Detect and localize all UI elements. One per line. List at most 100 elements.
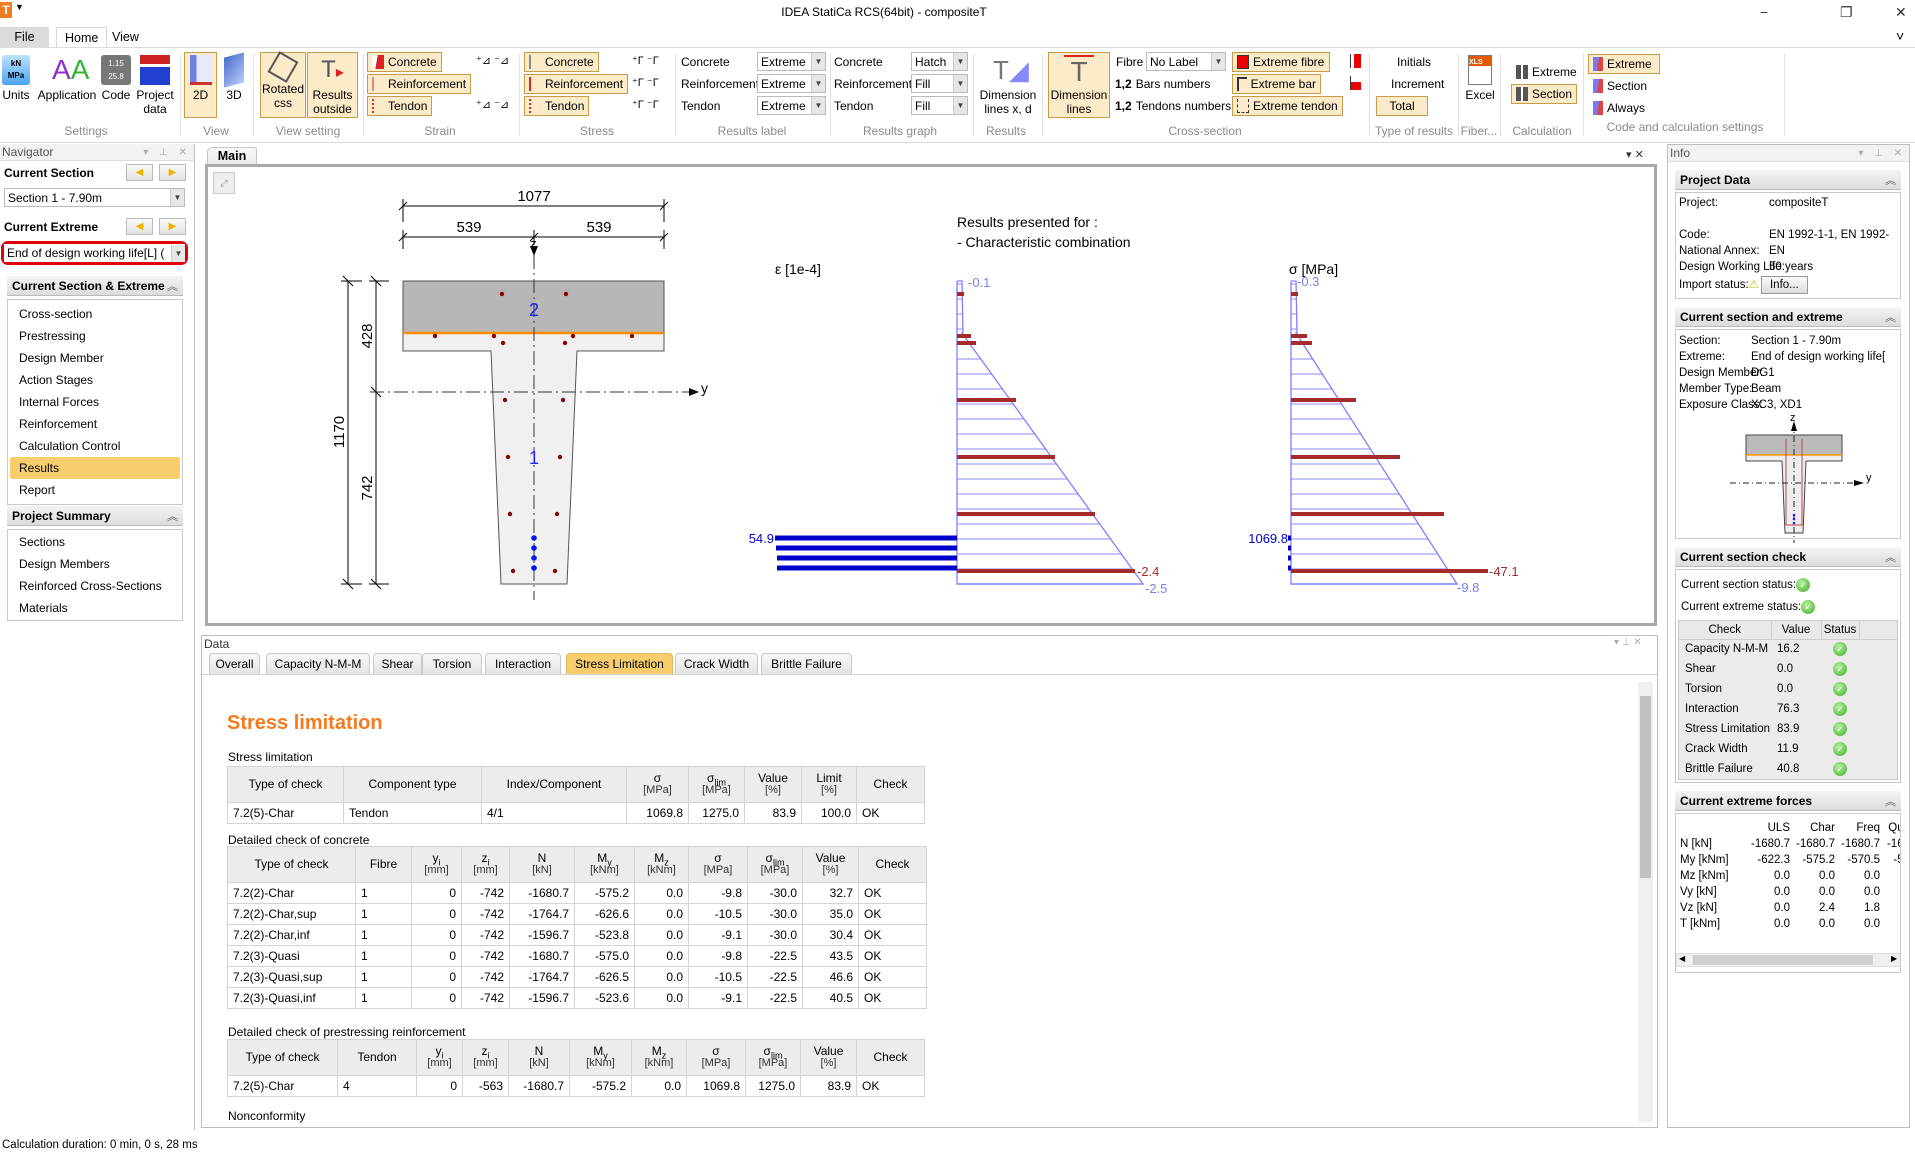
results-graph-tendon-select[interactable]: Fill ▼ [911, 96, 968, 115]
rebar-dot[interactable] [562, 340, 568, 346]
rebar-dot[interactable] [499, 291, 505, 297]
tendon-dot[interactable] [531, 535, 537, 541]
initials-option[interactable]: Initials [1397, 55, 1431, 69]
code-extreme-button[interactable]: Extreme [1588, 54, 1660, 74]
tab-shear[interactable]: Shear [373, 653, 422, 674]
code-button[interactable]: 1.15 25.8 Code [100, 52, 132, 118]
results-label-tendon-select[interactable]: Extreme ▼ [757, 96, 826, 115]
restore-button[interactable]: ❐ [1840, 4, 1853, 21]
nav-item-cross-section[interactable]: Cross-section [10, 303, 180, 325]
strain-reinforcement-button[interactable]: Reinforcement [367, 74, 472, 94]
current-extreme-select[interactable]: End of design working life[L] (▼ [4, 244, 185, 262]
nav-item-calculation-control[interactable]: Calculation Control [10, 435, 180, 457]
nav-item-design-member[interactable]: Design Member [10, 347, 180, 369]
scrollbar-thumb[interactable] [1640, 696, 1651, 878]
strain-concrete-button[interactable]: Concrete [367, 52, 442, 72]
check-row[interactable]: Torsion 0.0 ✓ [1679, 679, 1897, 699]
group-header[interactable]: Current Section & Extreme ︽ [7, 276, 183, 296]
rebar-dot[interactable] [560, 397, 566, 403]
current-section-select[interactable]: Section 1 - 7.90m ▼ [4, 188, 185, 207]
tab-capacity-n-m-m[interactable]: Capacity N-M-M [266, 653, 370, 674]
next-section-button[interactable]: ▶ [159, 164, 186, 181]
nav-item-prestressing[interactable]: Prestressing [10, 325, 180, 347]
nav-item-materials[interactable]: Materials [10, 597, 180, 619]
rotated-css-button[interactable]: Rotated css [260, 51, 306, 118]
results-label-reinforcement-select[interactable]: Extreme ▼ [757, 74, 826, 93]
bars-numbers-toggle[interactable]: 1,2 Bars numbers [1110, 74, 1215, 94]
calculate-section-button[interactable]: Section [1511, 84, 1577, 104]
tab-interaction[interactable]: Interaction [485, 653, 561, 674]
rebar-dot[interactable] [491, 333, 497, 339]
minimize-button[interactable]: − [1760, 4, 1768, 20]
tab-overall[interactable]: Overall [209, 653, 260, 674]
view-2d-button[interactable]: 2D [184, 52, 217, 118]
stress-tendon-button[interactable]: Tendon [524, 96, 590, 116]
tab-main[interactable]: Main [207, 147, 257, 165]
strain-tendon-button[interactable]: Tendon [367, 96, 433, 116]
scroll-left-icon[interactable]: ◀ [1679, 954, 1685, 963]
units-button[interactable]: kN MPa Units [0, 52, 32, 118]
document-controls-icon[interactable]: ▾ ✕ [1626, 148, 1644, 161]
stress-sign-icons-3[interactable]: ⁺Γ ⁻Γ [632, 98, 659, 111]
rebar-dot[interactable] [500, 340, 506, 346]
rebar-dot[interactable] [510, 568, 516, 574]
next-extreme-button[interactable]: ▶ [159, 218, 186, 235]
tab-home[interactable]: Home [56, 27, 108, 48]
nav-item-design-members[interactable]: Design Members [10, 553, 180, 575]
view-3d-button[interactable]: 3D [220, 52, 248, 118]
rebar-dot[interactable] [554, 511, 560, 517]
stress-sign-icons-2[interactable]: ⁺Γ ⁻Γ [632, 76, 659, 89]
panel-controls-icon[interactable]: ▾ ⊥ ✕ [143, 147, 194, 158]
code-section-button[interactable]: Section [1588, 76, 1652, 96]
tab-file[interactable]: File [0, 27, 49, 48]
nav-item-sections[interactable]: Sections [10, 531, 180, 553]
check-row[interactable]: Crack Width 11.9 ✓ [1679, 739, 1897, 759]
rebar-dot[interactable] [552, 568, 558, 574]
rebar-dot[interactable] [563, 291, 569, 297]
nav-item-internal-forces[interactable]: Internal Forces [10, 391, 180, 413]
calculate-extreme-button[interactable]: Extreme [1511, 62, 1582, 82]
fibre-label-select[interactable]: No Label ▼ [1146, 52, 1226, 71]
collapse-icon[interactable]: ︽ [167, 508, 183, 524]
scrollbar-thumb[interactable] [1693, 955, 1873, 965]
dimension-lines-button[interactable]: T Dimension lines [1048, 52, 1110, 118]
check-row[interactable]: Shear 0.0 ✓ [1679, 659, 1897, 679]
excel-button[interactable]: XLS Excel [1462, 52, 1498, 118]
rebar-dot[interactable] [629, 333, 635, 339]
results-label-concrete-select[interactable]: Extreme ▼ [757, 52, 826, 71]
strain-sign-icons[interactable]: ⁺⊿ ⁻⊿ [476, 54, 509, 67]
tab-brittle-failure[interactable]: Brittle Failure [761, 653, 852, 674]
tab-view[interactable]: View [104, 27, 147, 48]
project-data-header[interactable]: Project Data ︽ [1675, 170, 1901, 190]
project-data-button[interactable]: Project data [135, 52, 175, 118]
stress-sign-icons[interactable]: ⁺Γ ⁻Γ [632, 54, 659, 67]
check-row[interactable]: Stress Limitation 83.9 ✓ [1679, 719, 1897, 739]
panel-controls-icon[interactable]: ▾ ⊥ ✕ [1614, 637, 1642, 648]
rebar-dot[interactable] [557, 454, 563, 460]
previous-extreme-button[interactable]: ◀ [126, 218, 153, 235]
extreme-tendon-button[interactable]: Extreme tendon [1232, 96, 1343, 116]
application-button[interactable]: AA Application [36, 52, 98, 118]
check-row[interactable]: Brittle Failure 40.8 ✓ [1679, 759, 1897, 779]
vertical-scrollbar[interactable] [1638, 682, 1653, 1122]
dimension-lines-xd-button[interactable]: T◢ Dimension lines x, d [978, 52, 1038, 118]
group-header[interactable]: Project Summary ︽ [7, 506, 183, 526]
collapse-icon[interactable]: ︽ [1885, 549, 1901, 565]
nav-item-reinforcement[interactable]: Reinforcement [10, 413, 180, 435]
extreme-fibre-button[interactable]: Extreme fibre [1232, 52, 1330, 72]
rebar-dot[interactable] [502, 397, 508, 403]
tab-torsion[interactable]: Torsion [422, 653, 482, 674]
collapse-icon[interactable]: ︽ [167, 278, 183, 294]
rebar-dot[interactable] [570, 333, 576, 339]
tendons-numbers-toggle[interactable]: 1,2 Tendons numbers [1110, 96, 1236, 116]
check-row[interactable]: Capacity N-M-M 16.2 ✓ [1679, 639, 1897, 659]
current-extreme-forces-header[interactable]: Current extreme forces ︽ [1675, 791, 1901, 811]
extreme-plus-icon[interactable] [1350, 54, 1361, 68]
current-section-check-header[interactable]: Current section check ︽ [1675, 547, 1901, 567]
tendon-dot[interactable] [531, 565, 537, 571]
extreme-minus-icon[interactable] [1350, 76, 1361, 90]
collapse-icon[interactable]: ︽ [1885, 172, 1901, 188]
stress-reinforcement-button[interactable]: Reinforcement [524, 74, 629, 94]
tab-stress-limitation[interactable]: Stress Limitation [566, 653, 673, 674]
results-graph-concrete-select[interactable]: Hatch ▼ [911, 52, 968, 71]
